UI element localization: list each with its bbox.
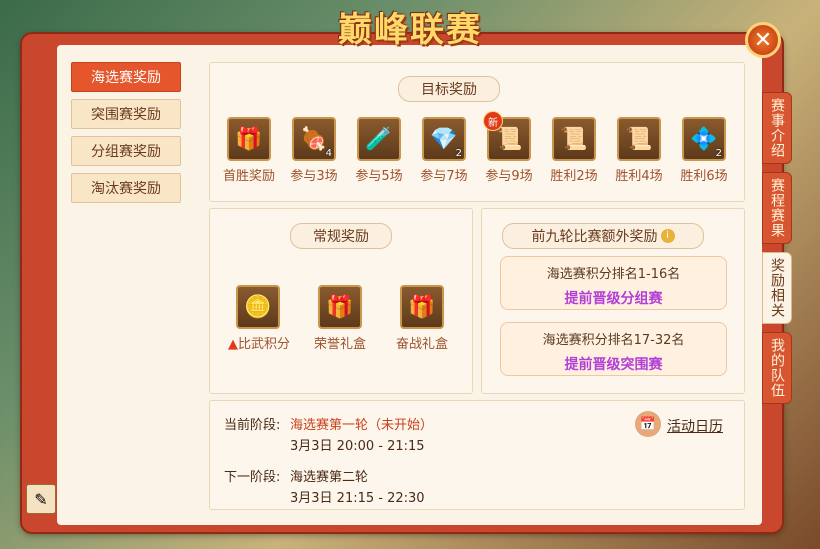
honor-gift-icon: 🎁 [318, 285, 362, 329]
reward-first-win[interactable]: 🎁 首胜奖励 [219, 117, 279, 184]
nav-knockout-reward[interactable]: 淘汰赛奖励 [71, 173, 181, 203]
food-items-icon: 🍖 4 [292, 117, 336, 161]
extra-reward-title: 前九轮比赛额外奖励 i [502, 223, 704, 249]
gift-box-icon: 🎁 [227, 117, 271, 161]
reward-win-4[interactable]: 📜 胜利4场 [609, 117, 669, 184]
reward-nav: 海选赛奖励 突围赛奖励 分组赛奖励 淘汰赛奖励 [71, 62, 181, 210]
reward-join-5[interactable]: 🧪 参与5场 [349, 117, 409, 184]
scroll-icon: 📜 [617, 117, 661, 161]
crystal-pile-icon: 💎 2 [422, 117, 466, 161]
close-button[interactable]: ✕ [745, 22, 781, 58]
page-title: 巅峰联赛 [338, 9, 482, 50]
tab-rewards[interactable]: 奖励相关 [762, 252, 792, 324]
regular-reward-title: 常规奖励 [290, 223, 392, 249]
nav-breakout-reward[interactable]: 突围赛奖励 [71, 99, 181, 129]
tab-event-intro[interactable]: 赛事介绍 [762, 92, 792, 164]
potion-bottle-icon: 🧪 [357, 117, 401, 161]
next-stage-time: 3月3日 21:15 - 22:30 [290, 491, 425, 506]
info-icon[interactable]: i [660, 229, 675, 243]
reward-arena-points[interactable]: 🪙 ▲比武积分 [228, 285, 290, 352]
next-stage-label: 下一阶段: [224, 470, 281, 485]
reward-win-2[interactable]: 📜 胜利2场 [544, 117, 604, 184]
next-stage-value: 海选赛第二轮 [290, 470, 369, 485]
target-reward-title: 目标奖励 [398, 76, 500, 102]
reward-win-6[interactable]: 💠 2 胜利6场 [674, 117, 734, 184]
reward-honor-box[interactable]: 🎁 荣誉礼盒 [310, 285, 370, 352]
current-stage-time: 3月3日 20:00 - 21:15 [290, 439, 425, 454]
nav-preliminary-reward[interactable]: 海选赛奖励 [71, 62, 181, 92]
tab-schedule-results[interactable]: 赛程赛果 [762, 172, 792, 244]
side-tabs: 赛事介绍 赛程赛果 奖励相关 我的队伍 [762, 92, 792, 412]
calendar-icon[interactable]: 📅 [635, 411, 661, 437]
edit-note-icon[interactable]: ✎ [26, 484, 56, 514]
reward-join-3[interactable]: 🍖 4 参与3场 [284, 117, 344, 184]
battle-gift-icon: 🎁 [400, 285, 444, 329]
medal-coin-icon: 🪙 [236, 285, 280, 329]
new-badge: 新 [483, 111, 503, 131]
crystal-icon: 💠 2 [682, 117, 726, 161]
scroll-icon: 📜 新 [483, 111, 531, 161]
tab-my-team[interactable]: 我的队伍 [762, 332, 792, 404]
nav-group-reward[interactable]: 分组赛奖励 [71, 136, 181, 166]
rank-card-17-32: 海选赛积分排名17-32名 提前晋级突围赛 [500, 322, 727, 376]
current-stage-label: 当前阶段: [224, 418, 281, 433]
rank-card-1-16: 海选赛积分排名1-16名 提前晋级分组赛 [500, 256, 727, 310]
scroll-icon: 📜 [552, 117, 596, 161]
activity-calendar-link[interactable]: 活动日历 [667, 416, 723, 436]
reward-battle-box[interactable]: 🎁 奋战礼盒 [392, 285, 452, 352]
up-arrow-icon: ▲ [228, 337, 238, 352]
reward-join-7[interactable]: 💎 2 参与7场 [414, 117, 474, 184]
current-stage-value: 海选赛第一轮（未开始） [290, 418, 434, 433]
reward-join-9[interactable]: 📜 新 参与9场 [479, 111, 539, 184]
